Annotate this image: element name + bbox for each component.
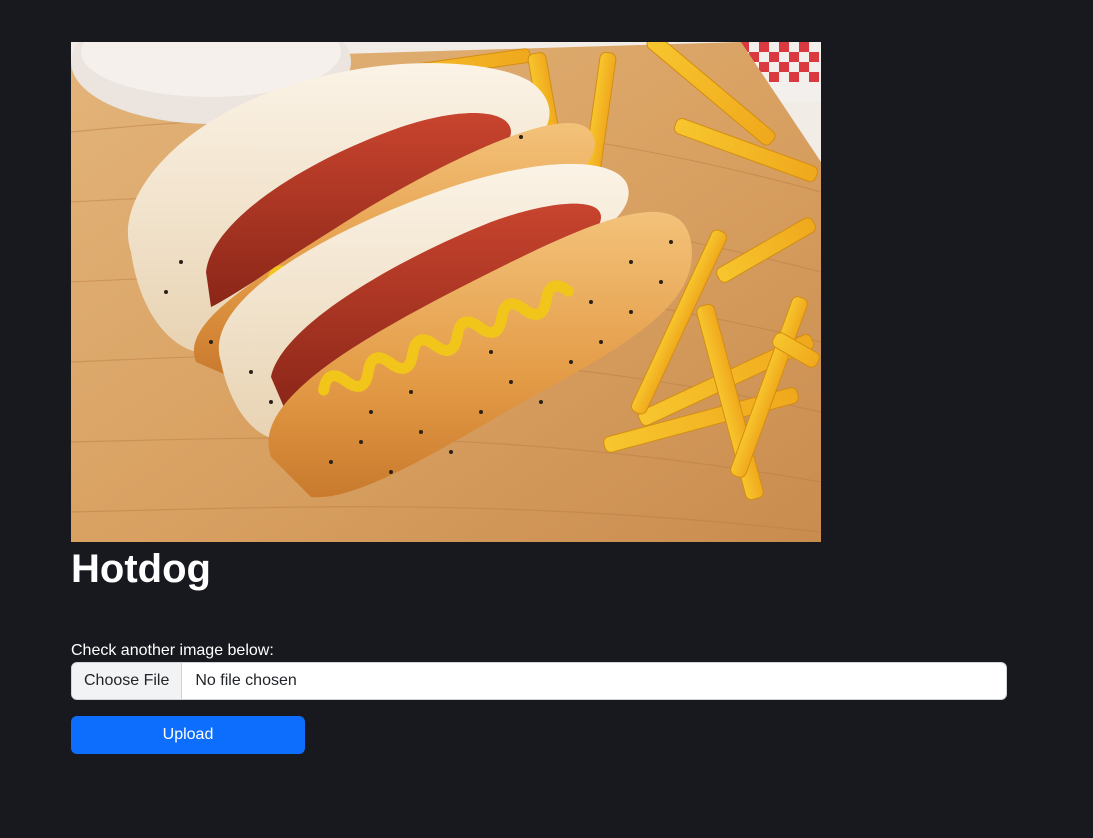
page: Hotdog Check another image below: Choose… xyxy=(0,0,1093,838)
upload-prompt-label: Check another image below: xyxy=(71,642,274,659)
choose-file-button[interactable]: Choose File xyxy=(72,663,183,699)
upload-button[interactable]: Upload xyxy=(71,716,305,754)
file-input[interactable]: Choose File No file chosen xyxy=(71,662,1007,700)
file-status-text: No file chosen xyxy=(195,672,297,689)
hotdog-photo xyxy=(71,42,821,542)
prediction-result-title: Hotdog xyxy=(71,547,211,591)
